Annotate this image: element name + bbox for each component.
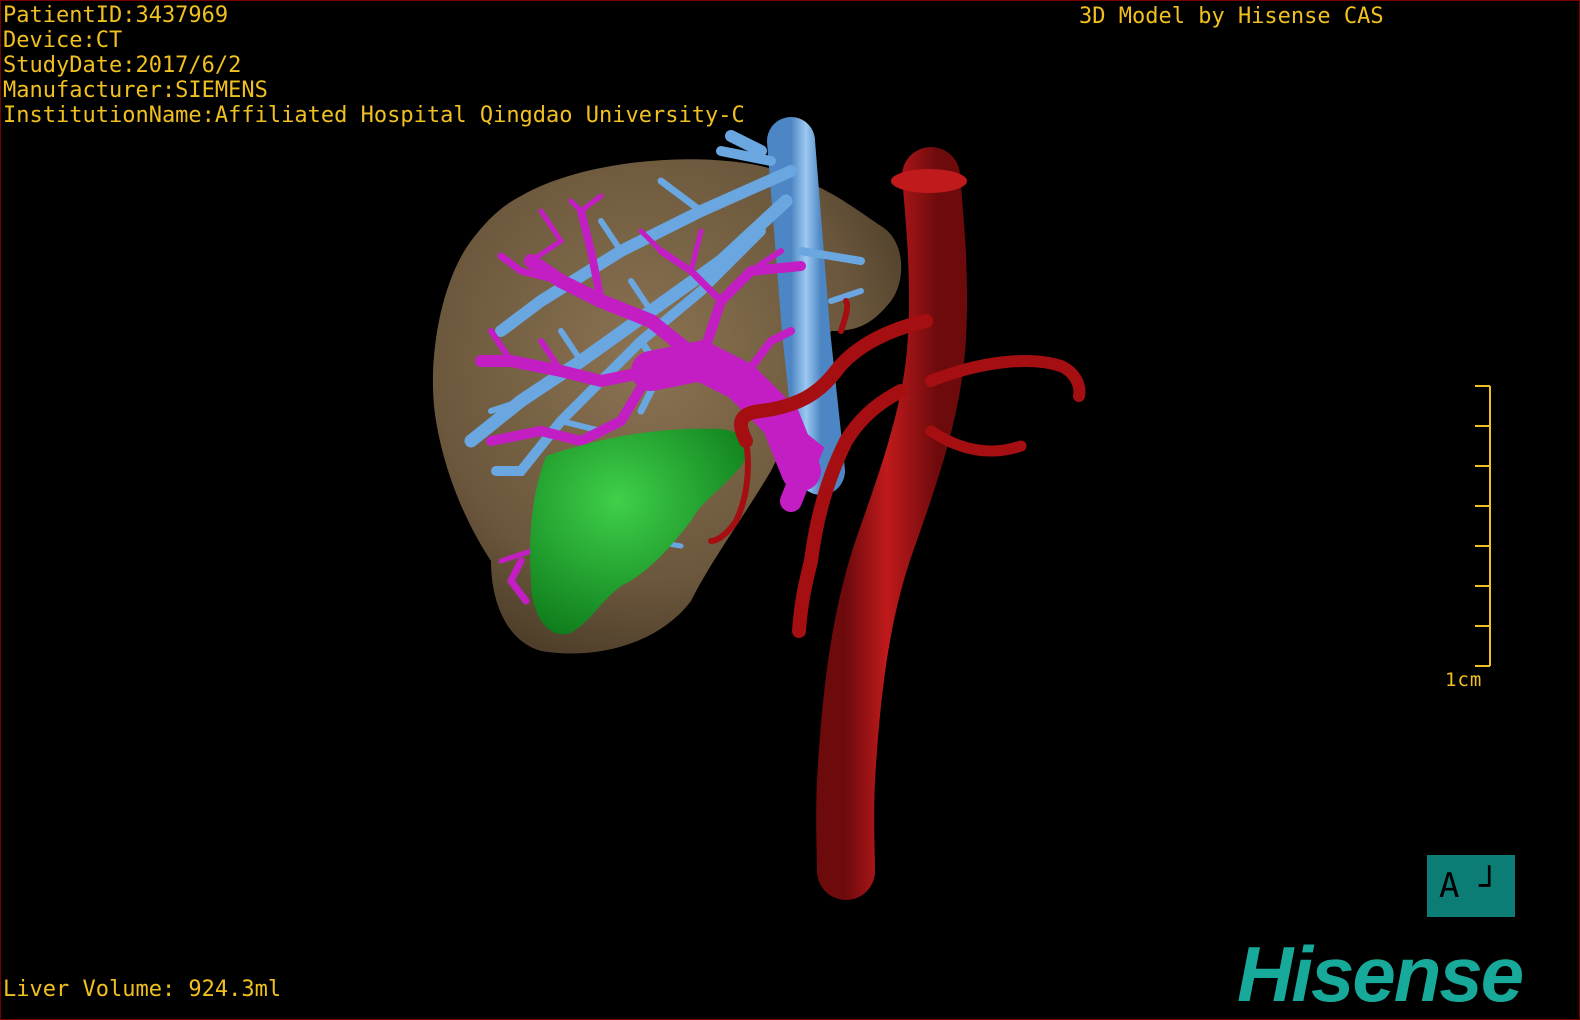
study-date: StudyDate:2017/6/2 <box>3 53 242 78</box>
institution-name: InstitutionName:Affiliated Hospital Qing… <box>3 103 745 128</box>
manufacturer: Manufacturer:SIEMENS <box>3 78 268 103</box>
model-title: 3D Model by Hisense CAS <box>1079 4 1384 29</box>
orientation-letter: A <box>1439 866 1460 906</box>
device: Device:CT <box>3 28 123 53</box>
3d-liver-model[interactable] <box>1 1 1579 1019</box>
dicom-info-overlay: PatientID:3437969 Device:CT StudyDate:20… <box>3 3 745 128</box>
patient-id: PatientID:3437969 <box>3 3 229 28</box>
orientation-cube-icon[interactable]: A ┘ <box>1427 855 1515 917</box>
brand-logo: Hisense <box>1237 930 1524 1018</box>
3d-viewport[interactable]: PatientID:3437969 Device:CT StudyDate:20… <box>0 0 1580 1020</box>
scale-bar <box>1475 385 1491 667</box>
liver-volume: Liver Volume: 924.3ml <box>3 977 282 1002</box>
scale-label: 1cm <box>1445 669 1483 691</box>
orientation-corner-glyph: ┘ <box>1479 866 1500 906</box>
